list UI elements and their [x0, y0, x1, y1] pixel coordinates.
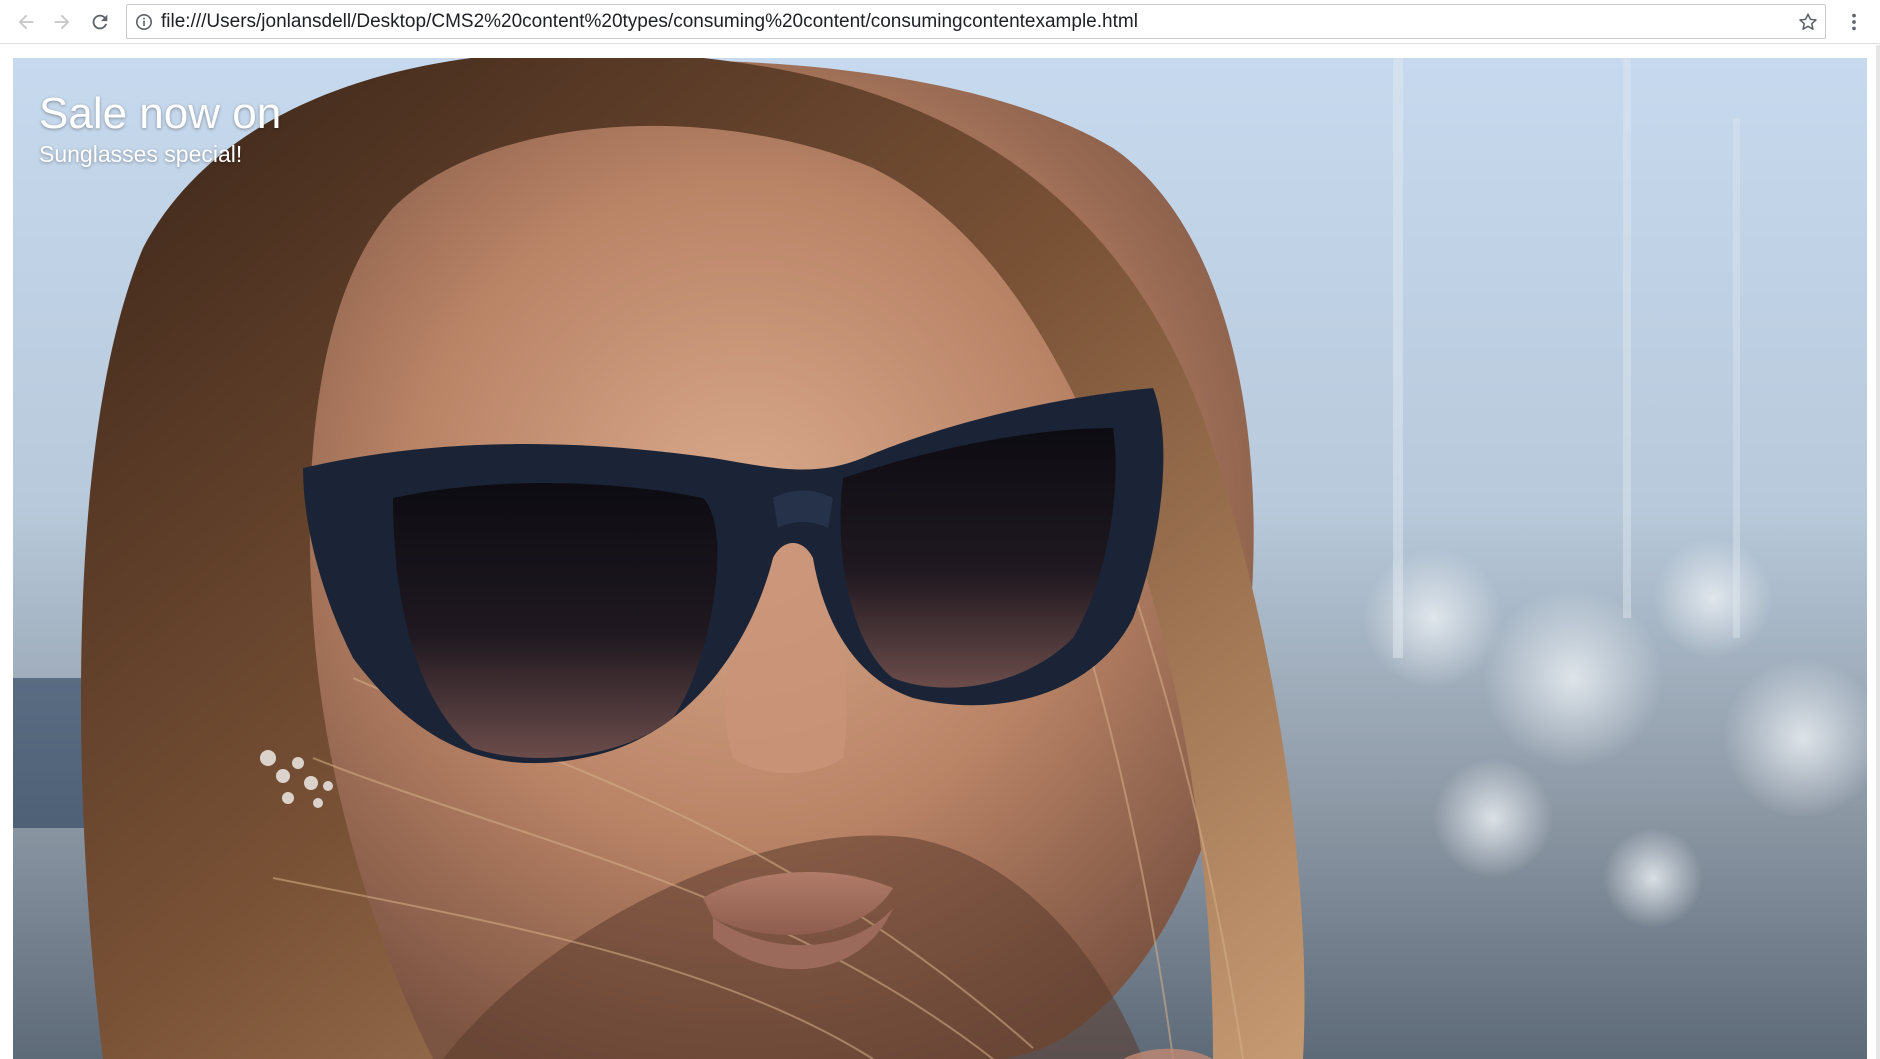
hero-banner: Sale now on Sunglasses special! — [13, 58, 1867, 1059]
page-viewport: Sale now on Sunglasses special! — [0, 45, 1880, 1059]
window-edge — [1876, 45, 1880, 1059]
kebab-menu-icon[interactable] — [1840, 8, 1868, 36]
url-text[interactable]: file:///Users/jonlansdell/Desktop/CMS2%2… — [161, 5, 1138, 38]
arrow-left-icon — [18, 14, 34, 30]
woman-wearing-sunglasses-photo — [13, 58, 1867, 1059]
back-button[interactable] — [12, 8, 40, 36]
hero-subtitle: Sunglasses special! — [39, 141, 243, 167]
forward-button[interactable] — [48, 8, 76, 36]
star-icon[interactable] — [1797, 11, 1819, 33]
arrow-right-icon — [54, 14, 70, 30]
hero-title: Sale now on — [39, 89, 282, 138]
address-bar[interactable]: file:///Users/jonlansdell/Desktop/CMS2%2… — [126, 4, 1826, 39]
reload-icon — [92, 14, 108, 30]
reload-button[interactable] — [86, 8, 114, 36]
browser-toolbar: file:///Users/jonlansdell/Desktop/CMS2%2… — [0, 0, 1880, 44]
hero-text-overlay: Sale now on Sunglasses special! — [39, 88, 281, 168]
info-icon[interactable] — [135, 13, 153, 31]
